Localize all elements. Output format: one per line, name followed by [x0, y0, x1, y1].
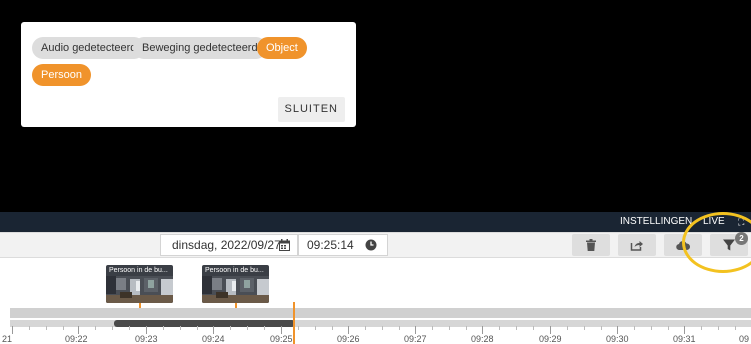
date-value: dinsdag, 2022/09/27	[172, 238, 281, 252]
timeline-label: 09:24	[202, 334, 225, 344]
timeline-minor-tick	[567, 326, 568, 330]
timeline-tick	[415, 326, 416, 334]
clock-icon	[365, 239, 377, 251]
timeline-label: 09:30	[606, 334, 629, 344]
timeline-minor-tick	[112, 326, 113, 330]
timeline-minor-tick	[432, 326, 433, 330]
chip-audio-detected[interactable]: Audio gedetecteerd	[32, 37, 146, 59]
share-button[interactable]	[618, 234, 656, 256]
timeline-minor-tick	[180, 326, 181, 330]
event-preview-image	[202, 276, 269, 303]
timeline-minor-tick	[533, 326, 534, 330]
timeline-minor-tick	[365, 326, 366, 330]
timeline-label: 09:29	[539, 334, 562, 344]
timeline-minor-tick	[718, 326, 719, 330]
timeline-minor-tick	[298, 326, 299, 330]
timeline-minor-tick	[95, 326, 96, 330]
timeline-label: 09:31	[673, 334, 696, 344]
event-label: Persoon in de bu...	[205, 267, 264, 274]
timeline-label: 09	[739, 334, 750, 344]
timeline-minor-tick	[46, 326, 47, 330]
timeline-minor-tick	[701, 326, 702, 330]
timeline-minor-tick	[63, 326, 64, 330]
timeline-minor-tick	[601, 326, 602, 330]
settings-link[interactable]: INSTELLINGEN	[620, 216, 692, 228]
timeline-minor-tick	[668, 326, 669, 330]
timeline-minor-tick	[399, 326, 400, 330]
timeline-minor-tick	[264, 326, 265, 330]
timeline-tick	[617, 326, 618, 334]
close-button[interactable]: SLUITEN	[277, 97, 345, 122]
event-thumbnail[interactable]: Persoon in de bu...	[106, 265, 173, 303]
timeline-minor-tick	[247, 326, 248, 330]
timeline-tick	[146, 326, 147, 334]
timeline-minor-tick	[382, 326, 383, 330]
timeline-minor-tick	[163, 326, 164, 330]
timeline-label: 09:25	[270, 334, 293, 344]
live-link[interactable]: LIVE	[703, 216, 725, 228]
time-value: 09:25:14	[307, 238, 354, 252]
timeline-minor-tick	[230, 326, 231, 330]
cloud-button[interactable]	[664, 234, 702, 256]
recording-segment[interactable]	[114, 320, 295, 327]
timeline-minor-tick	[634, 326, 635, 330]
playhead[interactable]	[293, 302, 295, 344]
timeline-label: 09:26	[337, 334, 360, 344]
cloud-icon	[676, 241, 690, 250]
timeline-tick	[482, 326, 483, 334]
delete-button[interactable]	[572, 234, 610, 256]
timeline-tick	[213, 326, 214, 334]
trash-icon	[586, 239, 596, 251]
timeline-minor-tick	[449, 326, 450, 330]
timeline-tick	[12, 326, 13, 334]
timeline-tick	[684, 326, 685, 334]
chip-object[interactable]: Object	[257, 37, 307, 59]
timeline-label: 09:22	[65, 334, 88, 344]
share-icon	[630, 241, 643, 251]
timeline-minor-tick	[332, 326, 333, 330]
calendar-icon	[279, 239, 290, 251]
live-bar: INSTELLINGEN LIVE ⛶	[0, 212, 751, 232]
filter-icon	[723, 239, 735, 251]
timeline-tick	[281, 326, 282, 334]
timeline-label: 09:27	[404, 334, 427, 344]
timeline-minor-tick	[516, 326, 517, 330]
timeline-minor-tick	[466, 326, 467, 330]
filter-count-badge: 2	[735, 232, 748, 245]
recording-track[interactable]	[10, 308, 751, 318]
timeline-minor-tick	[315, 326, 316, 330]
timeline-minor-tick	[651, 326, 652, 330]
timeline-minor-tick	[29, 326, 30, 330]
timeline-minor-tick	[197, 326, 198, 330]
event-thumbnail[interactable]: Persoon in de bu...	[202, 265, 269, 303]
timeline-label: 21	[2, 334, 13, 344]
timeline-label: 09:28	[471, 334, 494, 344]
chip-motion-detected[interactable]: Beweging gedetecteerd	[133, 37, 267, 59]
timeline-minor-tick	[499, 326, 500, 330]
timeline-tick	[550, 326, 551, 334]
fullscreen-icon[interactable]: ⛶	[738, 216, 744, 228]
chip-person[interactable]: Persoon	[32, 64, 91, 86]
timeline-minor-tick	[735, 326, 736, 330]
event-label: Persoon in de bu...	[109, 267, 168, 274]
timeline-tick	[348, 326, 349, 334]
date-picker[interactable]: dinsdag, 2022/09/27	[160, 234, 298, 256]
timeline-label: 09:23	[135, 334, 158, 344]
timeline-tick	[78, 326, 79, 334]
event-preview-image	[106, 276, 173, 303]
time-picker[interactable]: 09:25:14	[298, 234, 388, 256]
timeline-minor-tick	[584, 326, 585, 330]
playback-toolbar: dinsdag, 2022/09/27 09:25:14	[0, 232, 751, 258]
filter-popup: Audio gedetecteerd Beweging gedetecteerd…	[21, 22, 356, 127]
timeline-minor-tick	[129, 326, 130, 330]
